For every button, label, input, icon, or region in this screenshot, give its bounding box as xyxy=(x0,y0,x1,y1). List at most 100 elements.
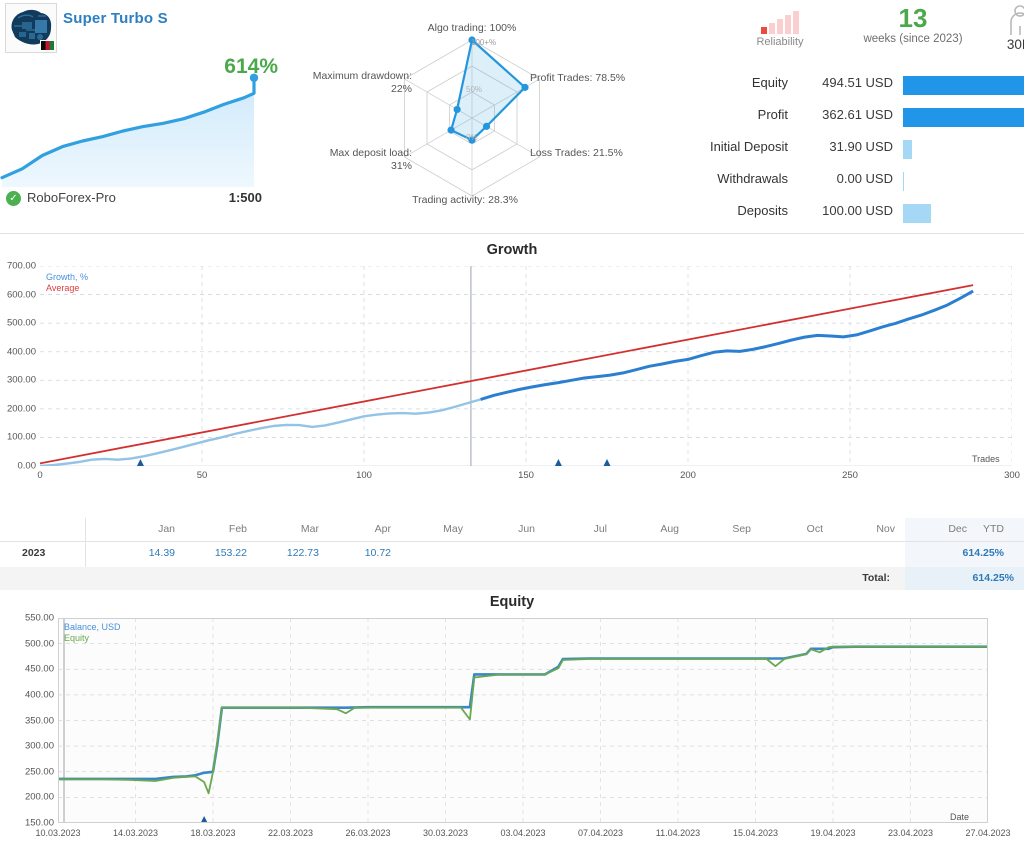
stat-bar xyxy=(903,108,1024,127)
month-value: 153.22 xyxy=(187,547,247,559)
growth-y-tick: 500.00 xyxy=(0,318,36,329)
equity-y-tick: 400.00 xyxy=(0,689,54,700)
total-value-cell: 614.25% xyxy=(905,567,1024,590)
ytd-header: YTD xyxy=(944,523,1004,535)
equity-chart-legend: Balance, USD Equity xyxy=(64,622,121,644)
radar-label-algo-trading: Algo trading: 100% xyxy=(387,22,557,35)
subscribers-block: 12 30K USD xyxy=(980,2,1024,52)
radar-label-maximum-drawdown-line2: 22% xyxy=(391,83,412,95)
equity-x-tick: 26.03.2023 xyxy=(345,828,390,838)
metrics-radar-card: 100+% 50% 0% Algo trading: 100% Profit T… xyxy=(290,0,650,233)
reliability-block: Reliability xyxy=(725,8,835,48)
equity-x-tick: 23.04.2023 xyxy=(888,828,933,838)
equity-x-tick: 07.04.2023 xyxy=(578,828,623,838)
month-header: Jan xyxy=(115,523,175,535)
radar-label-profit-trades: Profit Trades: 78.5% xyxy=(530,72,665,85)
subscribers-count: 12 xyxy=(980,9,1024,21)
total-value: 614.25% xyxy=(973,572,1014,584)
equity-y-tick: 550.00 xyxy=(0,613,54,624)
equity-x-tick: 10.03.2023 xyxy=(35,828,80,838)
stat-value: 362.61 USD xyxy=(798,107,893,122)
stat-row: Profit 362.61 USD xyxy=(650,107,1024,133)
stat-label: Initial Deposit xyxy=(650,139,788,154)
stat-label: Deposits xyxy=(650,203,788,218)
broker-row: ✓ RoboForex-Pro 1:500 xyxy=(6,190,282,210)
equity-x-tick: 19.04.2023 xyxy=(810,828,855,838)
stat-bar xyxy=(903,172,904,191)
table-header-row: JanFebMarAprMayJunJulAugSepOctNovDecYTD xyxy=(0,518,1024,542)
people-group-icon: 12 xyxy=(980,2,1024,36)
equity-x-tick: 22.03.2023 xyxy=(268,828,313,838)
growth-x-tick: 150 xyxy=(518,470,534,481)
growth-y-tick: 300.00 xyxy=(0,375,36,386)
mini-growth-chart xyxy=(0,60,262,187)
growth-x-tick: 250 xyxy=(842,470,858,481)
month-header: Feb xyxy=(187,523,247,535)
legend-equity: Equity xyxy=(64,633,121,644)
month-header: Mar xyxy=(259,523,319,535)
equity-x-axis-label: Date xyxy=(950,812,969,822)
month-header: Aug xyxy=(619,523,679,535)
equity-x-tick: 14.03.2023 xyxy=(113,828,158,838)
equity-y-tick: 300.00 xyxy=(0,741,54,752)
growth-x-tick: 300 xyxy=(1004,470,1020,481)
growth-y-tick: 700.00 xyxy=(0,261,36,272)
monthly-returns-table: JanFebMarAprMayJunJulAugSepOctNovDecYTD … xyxy=(0,518,1024,590)
radar-label-max-deposit-load-line1: Max deposit load: xyxy=(330,147,412,159)
stat-label: Profit xyxy=(650,107,788,122)
radar-label-max-deposit-load-line2: 31% xyxy=(391,160,412,172)
month-header: Jun xyxy=(475,523,535,535)
row-year: 2023 xyxy=(22,547,45,559)
equity-y-tick: 500.00 xyxy=(0,638,54,649)
equity-x-tick: 11.04.2023 xyxy=(656,828,700,838)
legend-growth: Growth, % xyxy=(46,272,88,283)
summary-panel: Super Turbo S 614% ✓ RoboForex-Pro 1:500… xyxy=(0,0,1024,233)
weeks-number: 13 xyxy=(828,3,998,33)
legend-balance: Balance, USD xyxy=(64,622,121,633)
stat-row: Withdrawals0.00 USD xyxy=(650,171,1024,197)
svg-text:50%: 50% xyxy=(466,85,482,94)
growth-y-tick: 600.00 xyxy=(0,289,36,300)
stat-value: 100.00 USD xyxy=(798,203,893,218)
equity-x-tick: 27.04.2023 xyxy=(965,828,1010,838)
month-header: Apr xyxy=(331,523,391,535)
table-row: 2023 14.39153.22122.7310.72614.25% xyxy=(0,541,1024,568)
brain-icon xyxy=(5,3,57,53)
equity-x-tick: 18.03.2023 xyxy=(190,828,235,838)
month-value: 10.72 xyxy=(331,547,391,559)
equity-y-tick: 350.00 xyxy=(0,715,54,726)
growth-chart-legend: Growth, % Average xyxy=(46,272,88,294)
growth-x-tick: 0 xyxy=(37,470,42,481)
radar-label-loss-trades: Loss Trades: 21.5% xyxy=(530,147,665,160)
equity-y-tick: 200.00 xyxy=(0,792,54,803)
age-block: 13 weeks (since 2023) xyxy=(828,3,998,45)
growth-section: Growth Growth, % Average Trades 0.00100.… xyxy=(0,233,1024,520)
month-value: 122.73 xyxy=(259,547,319,559)
equity-chart-title: Equity xyxy=(0,594,1024,610)
table-total-row: Total: 614.25% xyxy=(0,567,1024,590)
strategy-overview-card: Super Turbo S 614% ✓ RoboForex-Pro 1:500 xyxy=(0,0,290,233)
growth-x-tick: 100 xyxy=(356,470,372,481)
stat-label: Withdrawals xyxy=(650,171,788,186)
growth-y-tick: 200.00 xyxy=(0,403,36,414)
subscribers-label: 30K USD xyxy=(980,37,1024,52)
growth-y-tick: 400.00 xyxy=(0,346,36,357)
svg-text:0%: 0% xyxy=(466,133,478,142)
growth-x-tick: 200 xyxy=(680,470,696,481)
signal-bars-icon xyxy=(725,8,835,34)
growth-chart-title: Growth xyxy=(0,242,1024,258)
stat-row: Initial Deposit 31.90 USD xyxy=(650,139,1024,165)
legend-average: Average xyxy=(46,283,88,294)
equity-x-tick: 30.03.2023 xyxy=(423,828,468,838)
leverage-value: 1:500 xyxy=(6,190,262,205)
equity-x-tick: 03.04.2023 xyxy=(500,828,545,838)
stat-value: 494.51 USD xyxy=(798,75,893,90)
divider xyxy=(85,518,86,567)
stat-bar xyxy=(903,204,931,223)
radar-label-maximum-drawdown: Maximum drawdown: 22% xyxy=(278,70,412,96)
month-header: Oct xyxy=(763,523,823,535)
month-header: Jul xyxy=(547,523,607,535)
ytd-value: 614.25% xyxy=(944,547,1004,559)
growth-y-tick: 100.00 xyxy=(0,432,36,443)
stat-value: 31.90 USD xyxy=(798,139,893,154)
